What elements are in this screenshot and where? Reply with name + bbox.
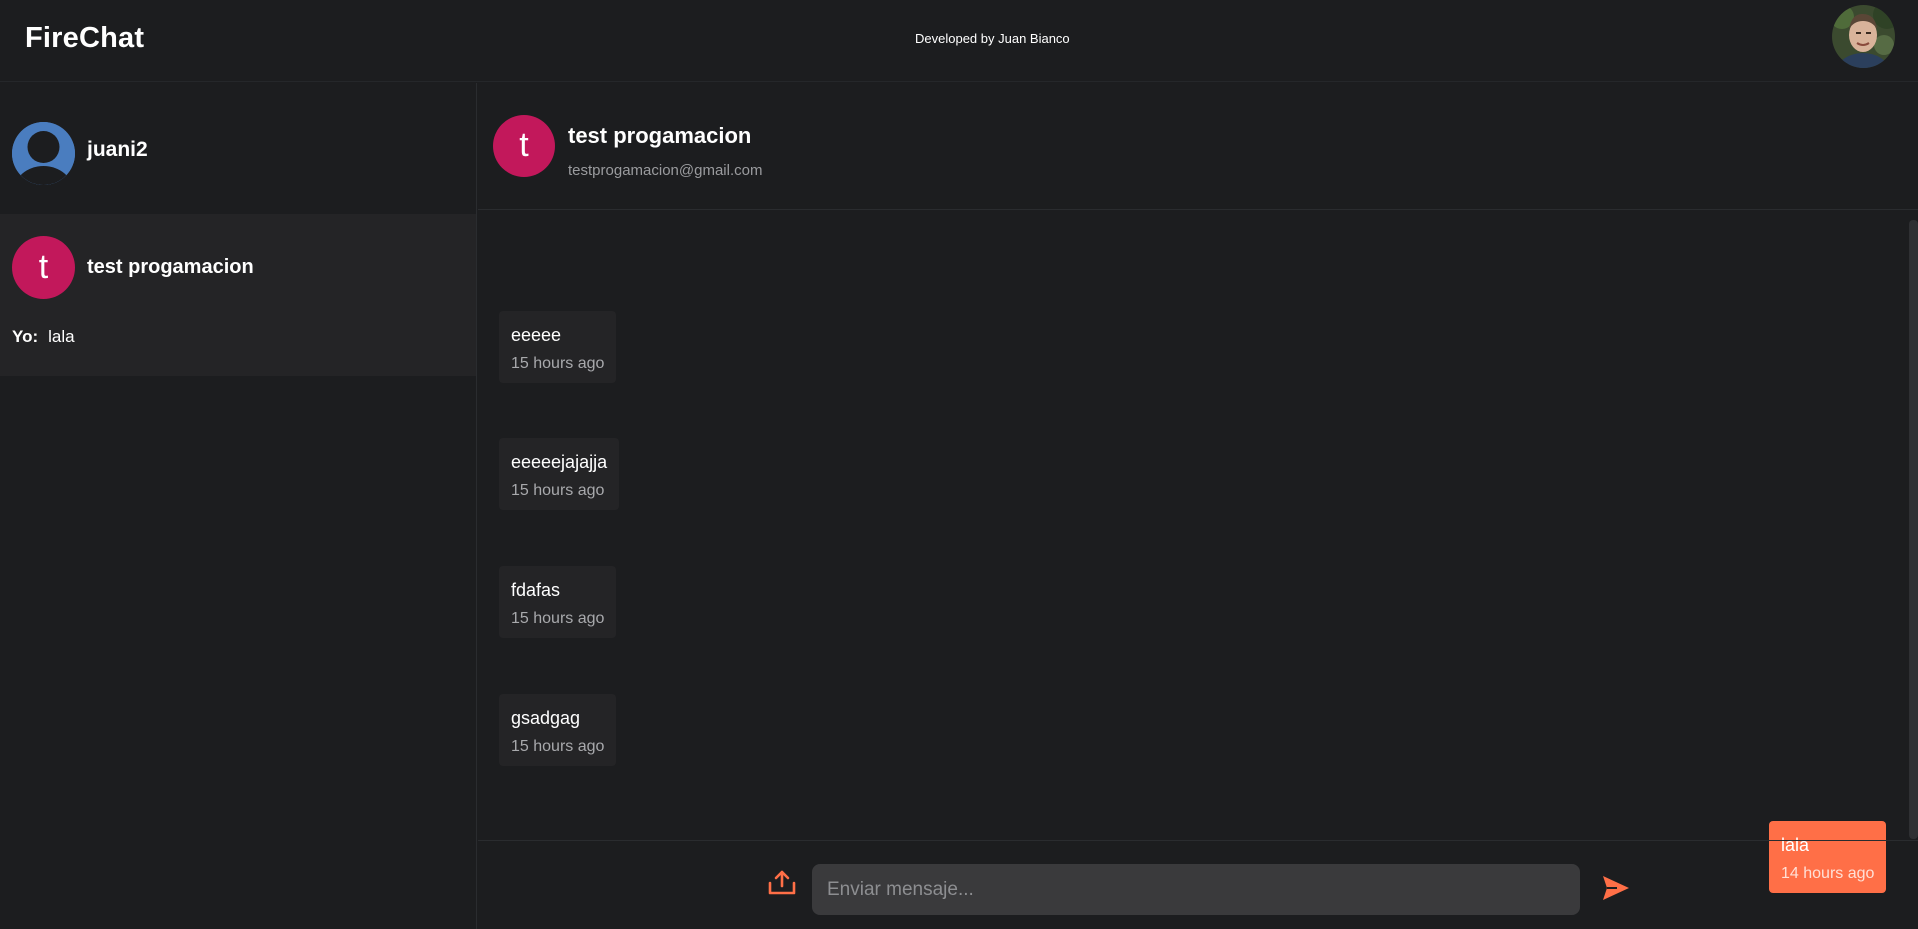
current-user-profile: juani2	[0, 83, 476, 213]
message-list[interactable]: eeeee 15 hours ago eeeeejajajja 15 hours…	[478, 211, 1918, 893]
top-bar: FireChat Developed by Juan Bianco	[0, 0, 1918, 82]
send-icon[interactable]	[1602, 875, 1630, 901]
message-bubble: eeeee 15 hours ago	[499, 311, 617, 383]
message-composer	[478, 840, 1918, 929]
developer-credit: Developed by Juan Bianco	[915, 31, 1070, 46]
contact-name: test progamacion	[568, 123, 752, 148]
message-time: 15 hours ago	[511, 355, 605, 372]
message-scrollbar[interactable]	[1909, 220, 1918, 839]
message-text: eeeee	[511, 325, 562, 345]
message-time: 15 hours ago	[511, 482, 605, 499]
default-user-icon	[12, 122, 75, 185]
conversation-name: test progamacion	[87, 256, 254, 278]
last-message-sender: Yo:	[12, 327, 39, 346]
message-bubble: gsadgag 15 hours ago	[499, 694, 617, 766]
message-input[interactable]	[812, 864, 1580, 915]
conversation-avatar: t	[12, 236, 75, 299]
conversation-last-message: Yo: lala	[12, 327, 75, 347]
message-time: 15 hours ago	[511, 738, 605, 755]
contact-email: testprogamacion@gmail.com	[568, 162, 763, 179]
current-user-name: juani2	[87, 138, 148, 161]
contact-avatar: t	[493, 115, 555, 177]
conversation-item[interactable]: t test progamacion Yo: lala	[0, 214, 476, 376]
message-bubble: fdafas 15 hours ago	[499, 566, 617, 638]
message-text: eeeeejajajja	[511, 452, 608, 472]
message-bubble: eeeeejajajja 15 hours ago	[499, 438, 620, 510]
message-time: 15 hours ago	[511, 610, 605, 627]
upload-icon[interactable]	[767, 870, 797, 896]
chat-header: t test progamacion testprogamacion@gmail…	[478, 83, 1918, 210]
last-message-text: lala	[48, 327, 75, 346]
message-text: gsadgag	[511, 708, 581, 728]
user-photo-icon[interactable]	[1832, 5, 1895, 68]
sidebar: juani2 t test progamacion Yo: lala	[0, 83, 477, 929]
app-logo[interactable]: FireChat	[25, 22, 144, 55]
message-text: fdafas	[511, 580, 561, 600]
chat-panel: t test progamacion testprogamacion@gmail…	[478, 83, 1918, 929]
